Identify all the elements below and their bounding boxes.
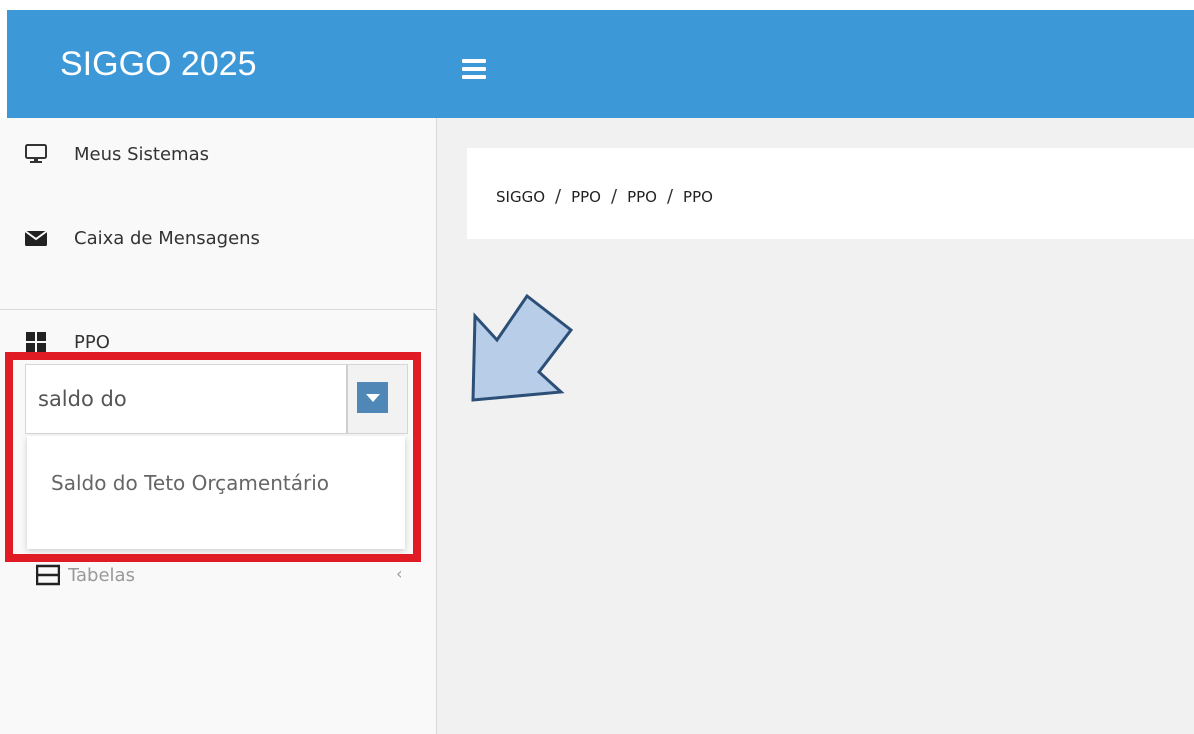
breadcrumb-item: PPO	[683, 187, 713, 206]
sidebar-item-meus-sistemas[interactable]: Meus Sistemas	[24, 142, 209, 166]
highlight-box	[5, 352, 421, 562]
breadcrumb-separator: /	[610, 186, 618, 207]
sidebar-item-label: Tabelas	[68, 564, 135, 586]
sidebar-item-label: Caixa de Mensagens	[74, 227, 260, 249]
main-content: SIGGO / PPO / PPO / PPO	[437, 118, 1194, 734]
breadcrumb-item[interactable]: PPO	[627, 188, 657, 206]
table-icon	[36, 564, 60, 586]
breadcrumb-panel: SIGGO / PPO / PPO / PPO	[467, 148, 1194, 239]
breadcrumb: SIGGO / PPO / PPO / PPO	[496, 186, 713, 207]
monitor-icon	[24, 142, 48, 166]
top-bar: SIGGO 2025	[7, 10, 1194, 118]
sidebar-item-label: Meus Sistemas	[74, 143, 209, 165]
breadcrumb-separator: /	[666, 186, 674, 207]
pointer-arrow-icon	[471, 293, 574, 402]
breadcrumb-item[interactable]: PPO	[571, 188, 601, 206]
sidebar-item-tabelas[interactable]: Tabelas	[36, 564, 135, 586]
sidebar-item-ppo[interactable]: PPO	[24, 330, 110, 354]
chevron-left-icon[interactable]: ‹	[396, 564, 402, 583]
hamburger-icon[interactable]	[462, 59, 486, 81]
sidebar-divider	[0, 309, 436, 310]
breadcrumb-item[interactable]: SIGGO	[496, 188, 545, 206]
envelope-icon	[24, 226, 48, 250]
sidebar-item-caixa-de-mensagens[interactable]: Caixa de Mensagens	[24, 226, 260, 250]
sidebar-item-label: PPO	[74, 331, 110, 353]
breadcrumb-separator: /	[555, 186, 562, 207]
grid-icon	[24, 330, 48, 354]
brand-title[interactable]: SIGGO 2025	[60, 45, 257, 84]
